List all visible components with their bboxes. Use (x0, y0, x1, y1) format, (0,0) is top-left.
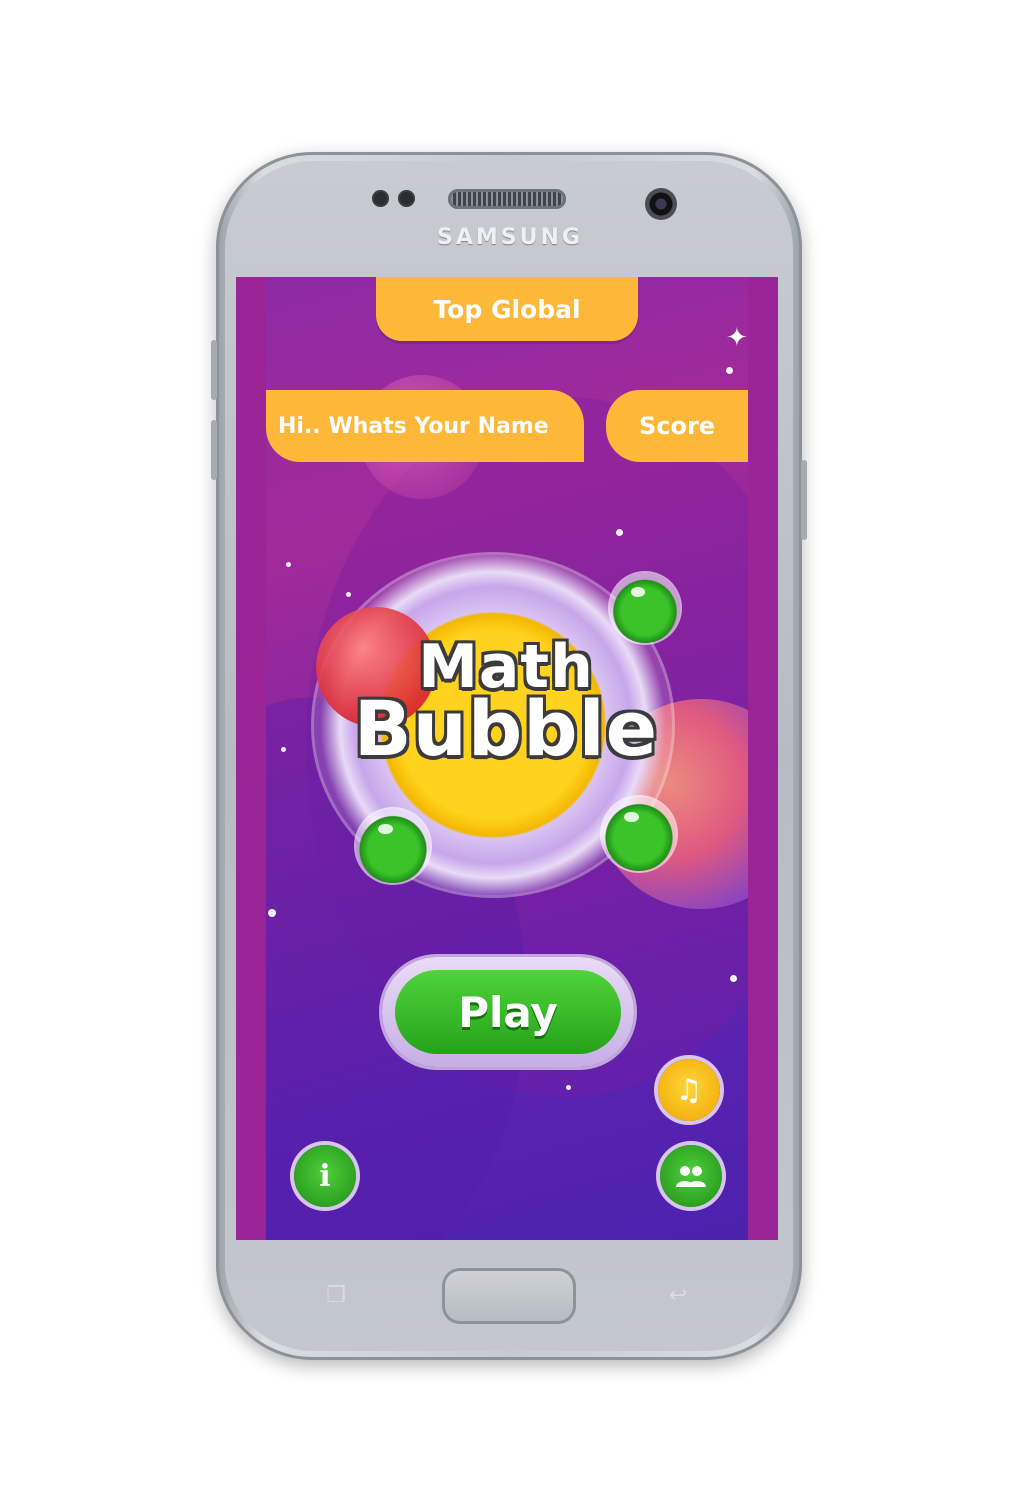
star-decoration (730, 975, 737, 982)
green-bubble-decoration (610, 573, 680, 643)
recent-apps-icon[interactable]: ❐ (316, 1281, 356, 1311)
star-decoration (616, 529, 623, 536)
info-icon: i (319, 1158, 331, 1194)
score-badge: Score (606, 390, 748, 462)
back-icon[interactable]: ↩ (658, 1281, 698, 1311)
green-bubble-decoration (356, 809, 430, 883)
logo-line-bubble: Bubble (353, 684, 659, 773)
music-toggle-button[interactable]: ♫ (658, 1059, 720, 1121)
multiplayer-button[interactable] (660, 1145, 722, 1207)
star-decoration (726, 367, 733, 374)
device-screen: ✦ ✦ Top Global Hi.. Whats Your Name Scor… (236, 277, 778, 1240)
player-name-field[interactable]: Hi.. Whats Your Name (266, 390, 584, 462)
music-icon: ♫ (675, 1072, 703, 1108)
game-screen: ✦ ✦ Top Global Hi.. Whats Your Name Scor… (266, 277, 748, 1240)
star-decoration (268, 909, 276, 917)
users-icon (676, 1166, 706, 1187)
volume-button (211, 340, 217, 400)
device-brand: SAMSUNG (437, 225, 583, 250)
power-button (801, 460, 807, 540)
star-decoration (281, 747, 286, 752)
game-logo: Math Bubble (306, 637, 706, 767)
volume-button-2 (211, 420, 217, 480)
green-bubble-decoration (602, 797, 676, 871)
sensor-dot (372, 190, 389, 207)
star-decoration (346, 592, 351, 597)
home-button[interactable] (442, 1268, 576, 1324)
play-button[interactable]: Play (382, 957, 634, 1067)
top-global-button[interactable]: Top Global (376, 277, 638, 341)
earpiece-speaker (448, 189, 566, 209)
sparkle-icon: ✦ (726, 323, 748, 353)
star-decoration (286, 562, 291, 567)
star-decoration (566, 1085, 571, 1090)
sensor-dot (398, 190, 415, 207)
front-camera (645, 188, 677, 220)
play-button-label: Play (395, 970, 621, 1054)
info-button[interactable]: i (294, 1145, 356, 1207)
